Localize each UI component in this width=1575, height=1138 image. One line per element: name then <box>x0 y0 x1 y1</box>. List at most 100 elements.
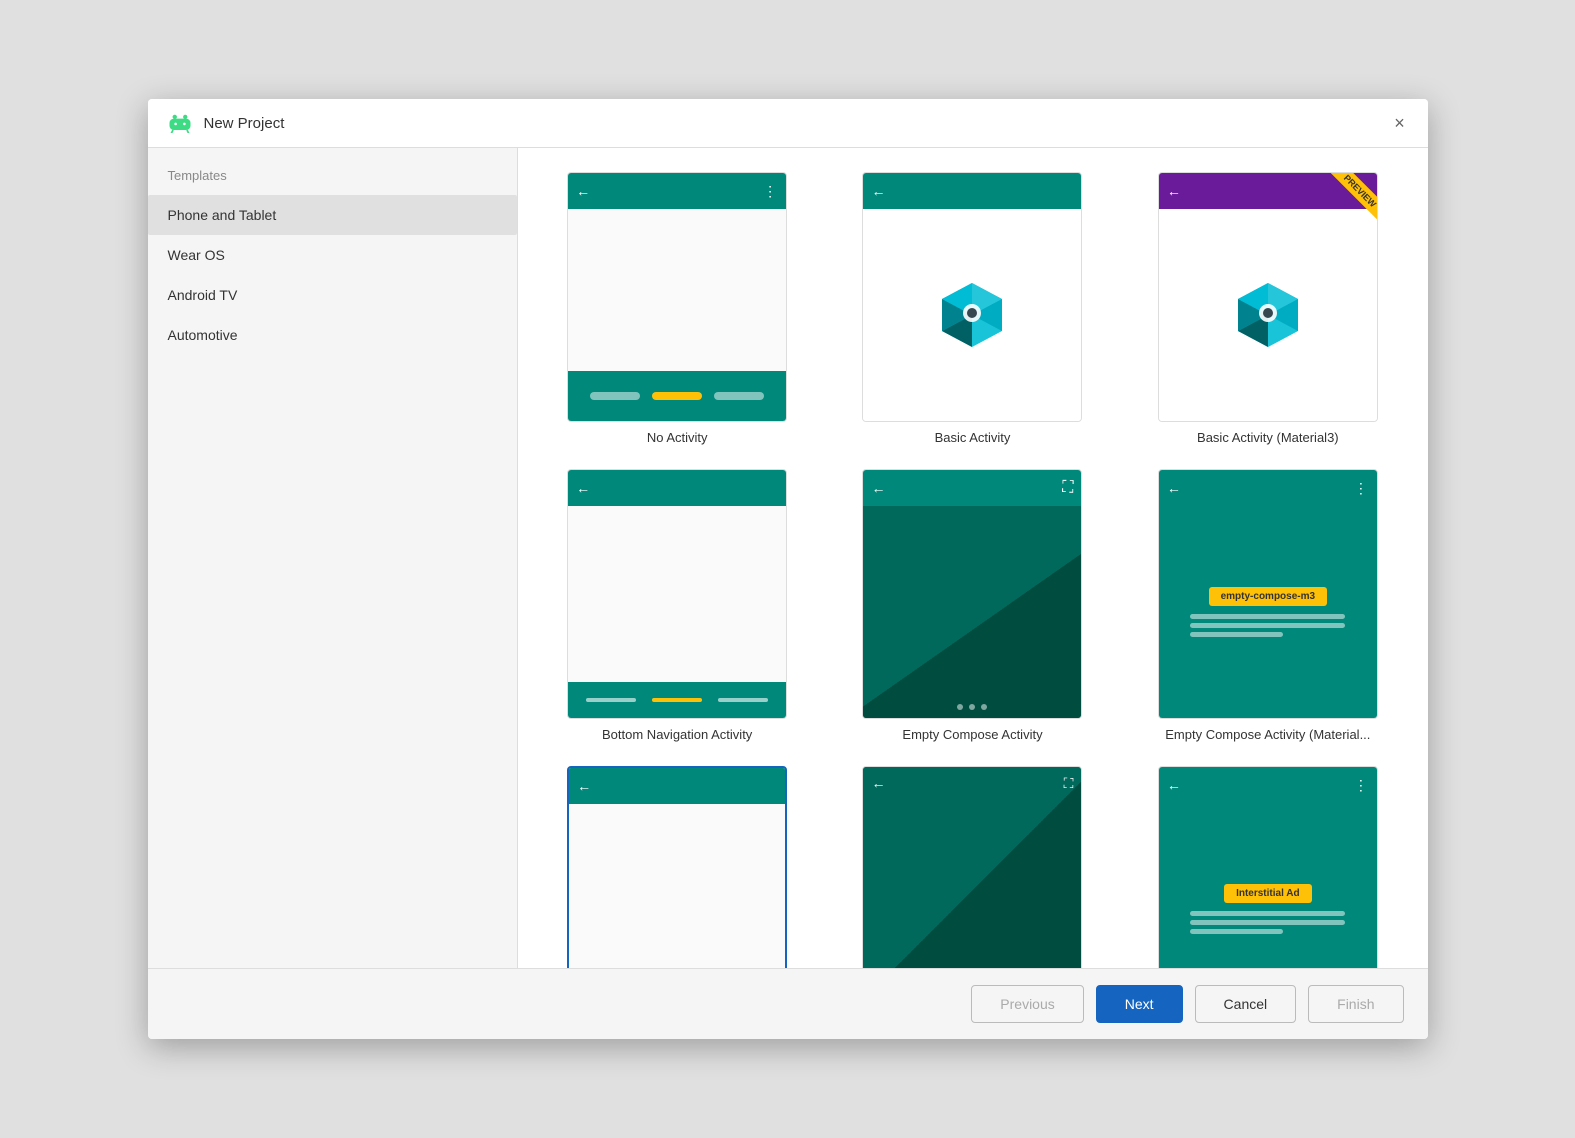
admob-content-lines <box>1190 614 1345 637</box>
title-bar-left: New Project <box>166 113 285 133</box>
back-arrow-icon: ← <box>576 183 590 199</box>
no-activity-bottom-bar <box>568 371 786 421</box>
empty-compose-preview: ← ⛶ <box>862 469 1082 719</box>
bottom-nav-topbar: ← <box>568 470 786 506</box>
bottom-nav-preview: ← <box>567 469 787 719</box>
expand-icon: ⛶ <box>1062 479 1073 497</box>
basic-activity-topbar: ← <box>863 173 1081 209</box>
next-button[interactable]: Next <box>1096 985 1183 1023</box>
fullscreen-expand-icon: ⛶ <box>1064 775 1074 792</box>
back-arrow-icon: ← <box>1167 183 1181 199</box>
template-item-basic-activity[interactable]: ← <box>837 172 1108 445</box>
empty-compose-m3-topbar: ← ⋮ <box>1159 470 1377 506</box>
empty-activity-preview: ← <box>567 766 787 968</box>
android-3d-m3-icon <box>1228 275 1308 355</box>
fullscreen-diagonal <box>863 767 1081 968</box>
no-activity-preview: ← ⋮ <box>567 172 787 422</box>
bottom-nav-icon-1 <box>586 698 636 702</box>
android-logo-icon <box>166 113 194 133</box>
basic-activity-m3-preview: ← <box>1158 172 1378 422</box>
bottom-bar: Previous Next Cancel Finish <box>148 968 1428 1039</box>
sidebar-item-wear-os[interactable]: Wear OS <box>148 235 517 275</box>
cancel-button[interactable]: Cancel <box>1195 985 1297 1023</box>
admob-lines <box>1190 911 1345 934</box>
admob-line-1 <box>1190 614 1345 619</box>
nav-pill-3 <box>714 392 764 400</box>
menu-dots-icon: ⋮ <box>1354 777 1369 794</box>
nav-pill-2 <box>652 392 702 400</box>
bottom-nav-body <box>568 506 786 682</box>
fullscreen-body: ← ⛶ <box>863 767 1081 968</box>
template-item-admob[interactable]: ← ⋮ Interstitial Ad Google AdMo <box>1132 766 1403 968</box>
template-item-fullscreen[interactable]: ← ⛶ Fullscreen Activity <box>837 766 1108 968</box>
admob-preview-container: ← ⋮ Interstitial Ad <box>1158 766 1378 968</box>
dot-2 <box>969 704 975 710</box>
basic-activity-label: Basic Activity <box>935 430 1011 445</box>
back-arrow-icon: ← <box>577 778 591 794</box>
fullscreen-back-icon: ← <box>871 775 885 791</box>
basic-activity-body <box>863 209 1081 421</box>
new-project-dialog: New Project × Templates Phone and Tablet… <box>148 99 1428 1039</box>
compose-diagonal <box>863 506 1081 718</box>
close-button[interactable]: × <box>1390 113 1410 133</box>
fullscreen-preview-container: ← ⛶ <box>862 766 1082 968</box>
m3-body <box>1159 209 1377 421</box>
empty-compose-label: Empty Compose Activity <box>902 727 1042 742</box>
admob-line-2 <box>1190 623 1345 628</box>
previous-button[interactable]: Previous <box>971 985 1083 1023</box>
bottom-nav-icon-3 <box>718 698 768 702</box>
sidebar-item-phone-tablet[interactable]: Phone and Tablet <box>148 195 517 235</box>
finish-button[interactable]: Finish <box>1308 985 1403 1023</box>
empty-compose-topbar: ← ⛶ <box>863 470 1081 506</box>
template-item-bottom-nav[interactable]: ← Bottom Navigation Activity <box>542 469 813 742</box>
sidebar-item-automotive[interactable]: Automotive <box>148 315 517 355</box>
basic-activity-m3-label: Basic Activity (Material3) <box>1197 430 1339 445</box>
template-item-empty-activity[interactable]: ← Empty Activity <box>542 766 813 968</box>
template-item-empty-compose-m3[interactable]: ← ⋮ empty-compose-m3 Empty Comp <box>1132 469 1403 742</box>
fullscreen-dots <box>957 704 987 710</box>
template-item-no-activity[interactable]: ← ⋮ No Activity <box>542 172 813 445</box>
android-3d-icon <box>932 275 1012 355</box>
template-item-empty-compose[interactable]: ← ⛶ Empty Compose Activity <box>837 469 1108 742</box>
preview-badge-text: PREVIEW <box>1329 173 1376 221</box>
main-content: Templates Phone and Tablet Wear OS Andro… <box>148 148 1428 968</box>
sidebar: Templates Phone and Tablet Wear OS Andro… <box>148 148 518 968</box>
dialog-title: New Project <box>204 115 285 132</box>
nav-pill-1 <box>590 392 640 400</box>
no-activity-label: No Activity <box>647 430 708 445</box>
menu-dots-icon: ⋮ <box>763 183 778 200</box>
bottom-nav-bar <box>568 682 786 718</box>
empty-activity-topbar: ← <box>569 768 785 804</box>
template-content-area: ← ⋮ No Activity <box>518 148 1428 968</box>
back-arrow-icon: ← <box>871 183 885 199</box>
interstitial-ad-badge: empty-compose-m3 <box>1209 587 1327 606</box>
admob-line-3 <box>1190 632 1283 637</box>
admob-interstitial-badge: Interstitial Ad <box>1224 884 1312 903</box>
dot-3 <box>981 704 987 710</box>
bottom-nav-icon-2 <box>652 698 702 702</box>
admob-inner: Interstitial Ad <box>1159 803 1377 968</box>
back-arrow-icon: ← <box>1167 777 1181 793</box>
admob-line-3 <box>1190 929 1283 934</box>
empty-compose-m3-preview: ← ⋮ empty-compose-m3 <box>1158 469 1378 719</box>
no-activity-body <box>568 209 786 371</box>
title-bar: New Project × <box>148 99 1428 148</box>
preview-badge: PREVIEW <box>1317 173 1377 233</box>
template-item-basic-activity-m3[interactable]: ← <box>1132 172 1403 445</box>
admob-body: empty-compose-m3 <box>1159 506 1377 718</box>
basic-activity-preview: ← <box>862 172 1082 422</box>
compose-body <box>863 506 1081 718</box>
back-arrow-icon: ← <box>1167 480 1181 496</box>
bottom-nav-label: Bottom Navigation Activity <box>602 727 752 742</box>
admob-line-2 <box>1190 920 1345 925</box>
template-grid: ← ⋮ No Activity <box>542 172 1404 968</box>
menu-dots-icon: ⋮ <box>1354 480 1369 497</box>
admob-line-1 <box>1190 911 1345 916</box>
empty-compose-m3-label: Empty Compose Activity (Material... <box>1165 727 1370 742</box>
admob-topbar: ← ⋮ <box>1159 767 1377 803</box>
empty-activity-body <box>569 804 785 968</box>
no-activity-topbar: ← ⋮ <box>568 173 786 209</box>
back-arrow-icon: ← <box>871 480 885 496</box>
sidebar-item-android-tv[interactable]: Android TV <box>148 275 517 315</box>
back-arrow-icon: ← <box>576 480 590 496</box>
